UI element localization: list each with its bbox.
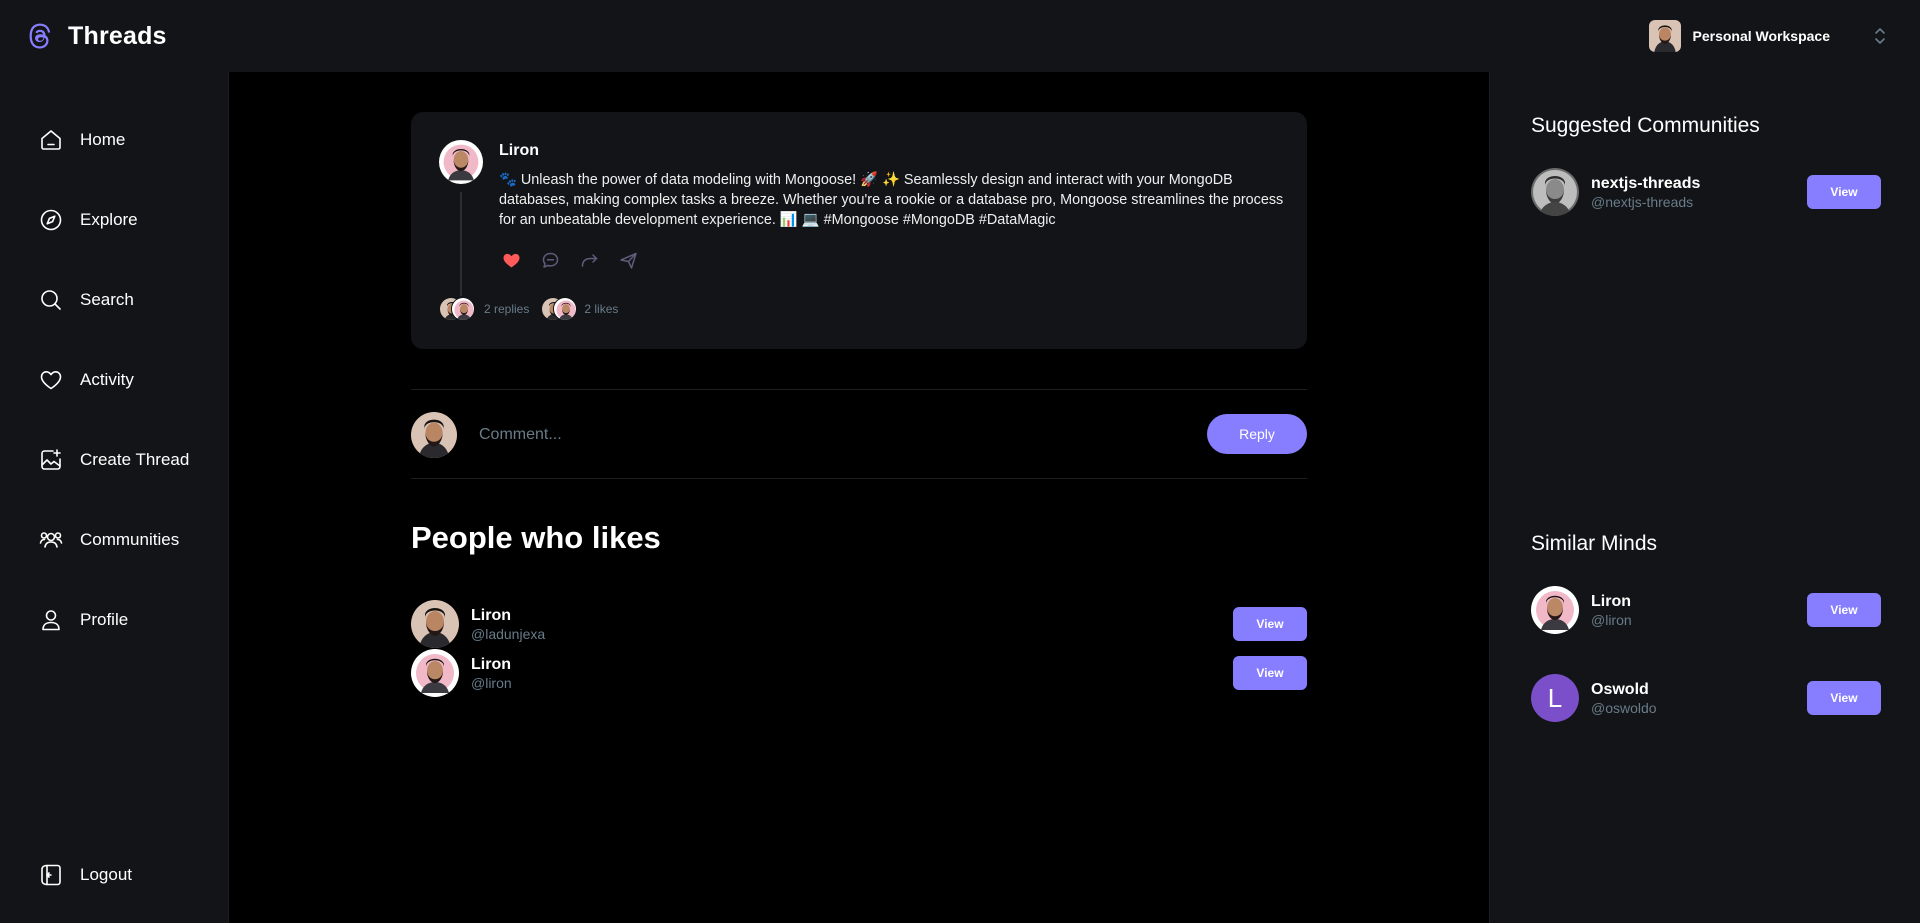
divider xyxy=(411,389,1307,390)
similar-minds-title: Similar Minds xyxy=(1531,532,1658,555)
view-button[interactable]: View xyxy=(1233,607,1307,641)
user-name: Oswold xyxy=(1591,680,1649,698)
view-button[interactable]: View xyxy=(1807,681,1881,715)
current-user-avatar xyxy=(411,412,457,458)
top-bar: Threads Personal Workspace xyxy=(0,0,1920,72)
sidebar-item-communities[interactable]: Communities xyxy=(38,527,179,553)
thread-card: Liron 🐾 Unleash the power of data modeli… xyxy=(411,112,1307,349)
comment-form: Reply xyxy=(411,412,1307,458)
community-item: nextjs-threads @nextjs-threads View xyxy=(1531,167,1881,217)
sidebar-item-label: Profile xyxy=(80,610,129,629)
user-handle: @oswoldo xyxy=(1591,699,1657,716)
avatar: L xyxy=(1531,674,1579,722)
app-name: Threads xyxy=(68,21,167,50)
comment-icon[interactable] xyxy=(540,250,561,271)
sidebar-item-label: Search xyxy=(80,290,134,309)
user-item: L Oswold @oswoldo View xyxy=(1531,673,1881,723)
image-plus-icon xyxy=(41,449,61,470)
heart-icon xyxy=(40,371,62,390)
sidebar-item-create-thread[interactable]: Create Thread xyxy=(38,447,189,473)
brand[interactable]: Threads xyxy=(26,22,167,51)
avatar xyxy=(1531,586,1579,634)
sidebar-item-activity[interactable]: Activity xyxy=(38,367,134,393)
view-button[interactable]: View xyxy=(1807,175,1881,209)
suggested-communities-title: Suggested Communities xyxy=(1531,114,1760,137)
sidebar-item-search[interactable]: Search xyxy=(38,287,134,313)
avatar xyxy=(553,297,578,321)
user-handle: @liron xyxy=(471,674,512,691)
user-name: Liron xyxy=(471,606,511,624)
home-icon xyxy=(41,130,61,150)
community-name: nextjs-threads xyxy=(1591,174,1701,192)
search-icon xyxy=(41,290,61,310)
user-info: Oswold @oswoldo xyxy=(1591,681,1657,716)
heart-filled-icon[interactable] xyxy=(501,250,522,271)
right-sidebar: Suggested Communities nextjs-threads @ne… xyxy=(1489,72,1920,923)
avatar xyxy=(451,297,475,321)
thread-actions xyxy=(501,250,639,271)
comment-input[interactable] xyxy=(479,426,1179,444)
likes-section-title: People who likes xyxy=(411,520,661,555)
workspace-switcher[interactable]: Personal Workspace xyxy=(1649,20,1890,52)
logout-icon xyxy=(41,864,61,886)
user-item: Liron @liron View xyxy=(1531,585,1881,635)
sidebar-item-explore[interactable]: Explore xyxy=(38,207,138,233)
sidebar-item-label: Create Thread xyxy=(80,450,190,469)
thread-text: 🐾 Unleash the power of data modeling wit… xyxy=(499,172,1284,228)
user-handle: @liron xyxy=(1591,611,1632,628)
replies-avatars xyxy=(439,297,475,321)
avatar xyxy=(411,649,459,697)
sidebar-item-profile[interactable]: Profile xyxy=(38,607,128,633)
logout-button[interactable]: Logout xyxy=(38,862,132,888)
sidebar-item-home[interactable]: Home xyxy=(38,127,125,153)
sidebar-item-label: Activity xyxy=(80,370,134,389)
view-button[interactable]: View xyxy=(1807,593,1881,627)
left-sidebar: Home Explore Search Activity Create Thre… xyxy=(0,72,229,923)
share-icon[interactable] xyxy=(618,250,639,271)
thread-author-avatar[interactable] xyxy=(439,140,483,184)
user-info: Liron @liron xyxy=(1591,593,1632,628)
divider xyxy=(411,478,1307,479)
community-avatar xyxy=(1531,168,1579,216)
view-button[interactable]: View xyxy=(1233,656,1307,690)
community-info: nextjs-threads @nextjs-threads xyxy=(1591,175,1700,210)
user-icon xyxy=(42,610,60,631)
user-info: Liron @liron xyxy=(471,656,512,691)
sidebar-item-label: Explore xyxy=(80,210,138,229)
user-info: Liron @ladunjexa xyxy=(471,607,545,642)
thread-stats: 2 replies 2 likes xyxy=(439,297,618,321)
chevron-up-down-icon xyxy=(1875,28,1885,44)
likes-count[interactable]: 2 likes xyxy=(584,302,618,316)
list-item: Liron @ladunjexa View xyxy=(411,600,1307,648)
sidebar-item-label: Home xyxy=(80,130,126,149)
likes-avatars xyxy=(541,297,578,321)
reply-button[interactable]: Reply xyxy=(1207,414,1307,454)
user-handle: @ladunjexa xyxy=(471,625,546,642)
user-name: Liron xyxy=(1591,592,1631,610)
threads-logo-icon xyxy=(29,23,51,49)
community-handle: @nextjs-threads xyxy=(1591,193,1694,210)
replies-count[interactable]: 2 replies xyxy=(484,302,529,316)
sidebar-item-label: Communities xyxy=(80,530,180,549)
logout-label: Logout xyxy=(80,865,132,884)
compass-icon xyxy=(40,209,62,231)
thread-author-name[interactable]: Liron xyxy=(499,142,539,160)
users-icon xyxy=(39,532,63,548)
thread-connector-line xyxy=(460,192,462,296)
list-item: Liron @liron View xyxy=(411,649,1307,697)
user-name: Liron xyxy=(471,655,511,673)
workspace-avatar xyxy=(1649,20,1681,52)
repost-icon[interactable] xyxy=(579,250,600,271)
avatar xyxy=(411,600,459,648)
workspace-label: Personal Workspace xyxy=(1692,28,1830,44)
